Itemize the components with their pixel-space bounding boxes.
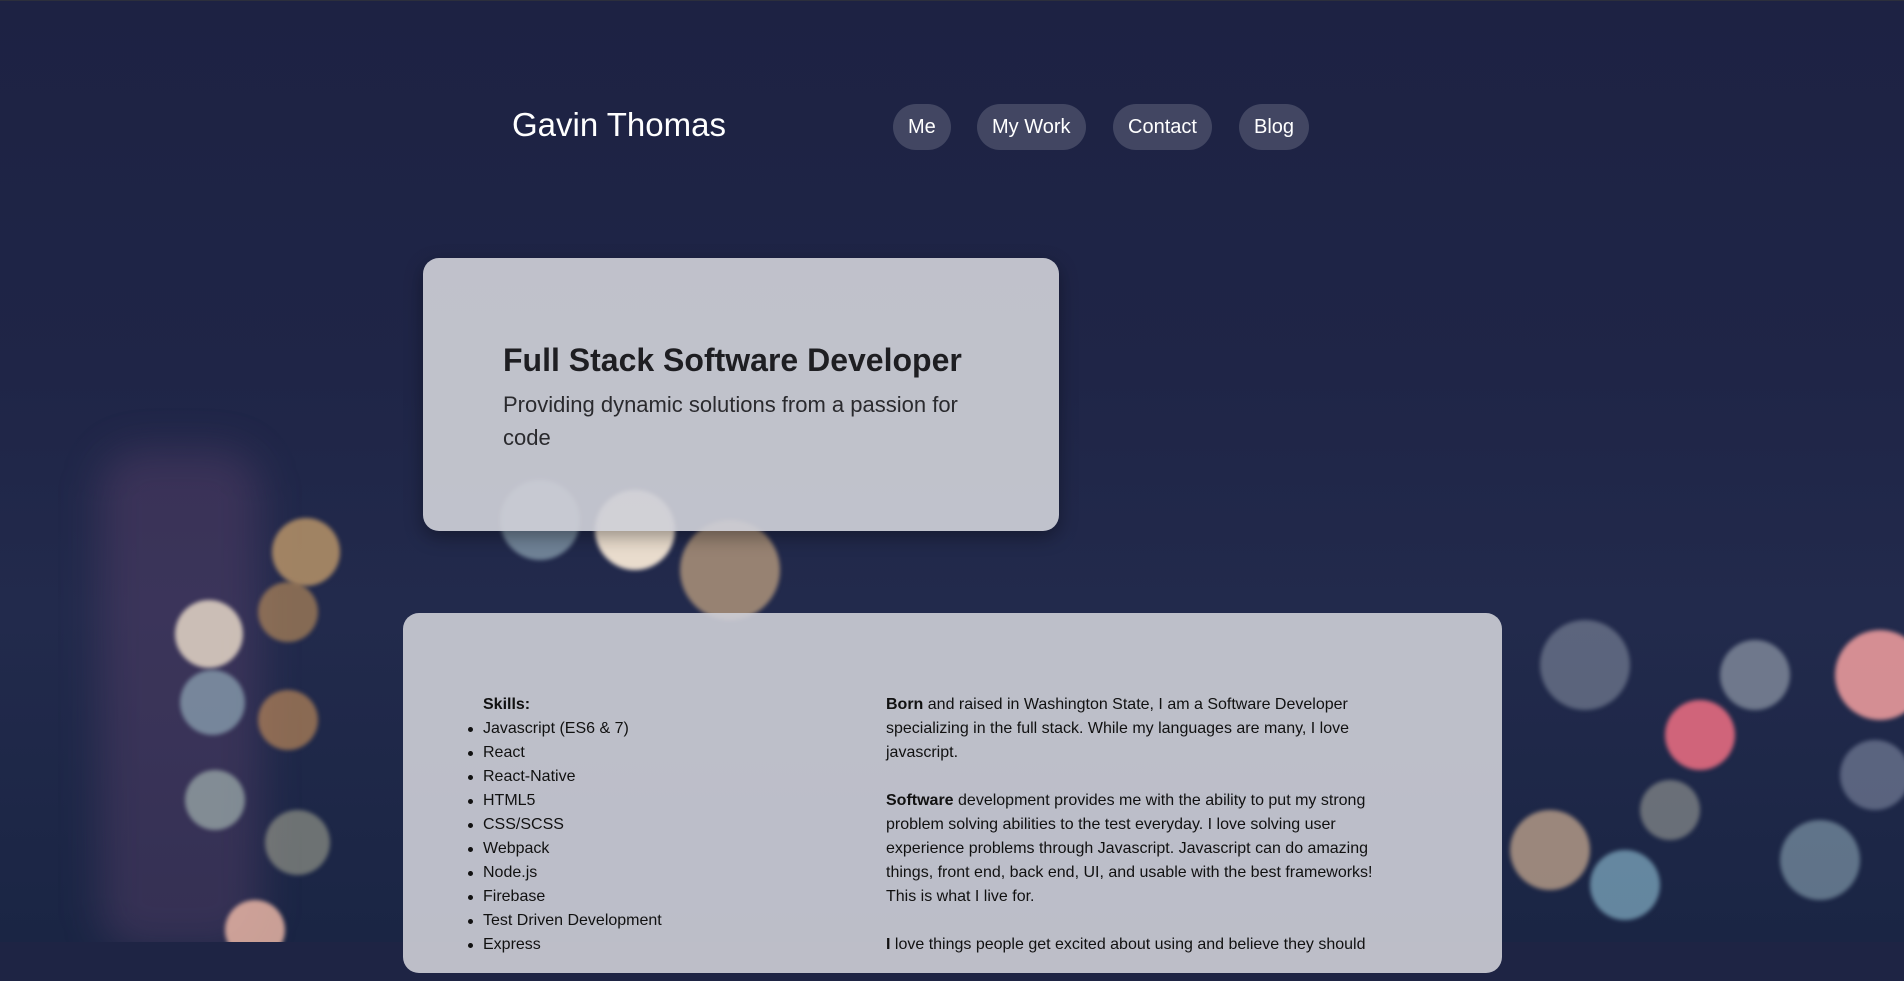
bokeh-light [1780,820,1860,900]
skills-section: Skills: Javascript (ES6 & 7) React React… [468,693,843,957]
bokeh-light [175,600,243,668]
bio-paragraph: Born and raised in Washington State, I a… [886,693,1396,765]
skill-item: Javascript (ES6 & 7) [468,717,843,741]
skill-item: React-Native [468,765,843,789]
bio-text: love things people get excited about usi… [890,936,1366,953]
bokeh-light [272,518,340,586]
bokeh-light [1640,780,1700,840]
nav-me-button[interactable]: Me [893,104,951,150]
skills-list: Javascript (ES6 & 7) React React-Native … [468,717,843,957]
bokeh-light [1840,740,1904,810]
bokeh-light [1720,640,1790,710]
bokeh-light [258,582,318,642]
skills-title: Skills: [483,696,531,713]
bio-lead: Software [886,792,954,809]
skill-item: React [468,741,843,765]
bokeh-light [265,810,330,875]
bio-paragraph: I love things people get excited about u… [886,933,1396,957]
bio-section: Born and raised in Washington State, I a… [886,693,1396,981]
bokeh-light [258,690,318,750]
skill-item: HTML5 [468,789,843,813]
bokeh-light [1665,700,1735,770]
hero-card: Full Stack Software Developer Providing … [423,258,1059,531]
bio-text: development provides me with the ability… [886,792,1373,905]
skill-item: Firebase [468,885,843,909]
skill-item: Test Driven Development [468,909,843,933]
skill-item: Webpack [468,837,843,861]
bokeh-light [680,520,780,620]
bokeh-light [1835,630,1904,720]
about-card: Skills: Javascript (ES6 & 7) React React… [403,613,1502,973]
bio-paragraph: Software development provides me with th… [886,789,1396,909]
nav-blog-button[interactable]: Blog [1239,104,1310,150]
skill-item: Node.js [468,861,843,885]
bokeh-light [180,670,245,735]
bokeh-light [1590,850,1660,920]
bokeh-light [185,770,245,830]
skill-item: Express [468,933,843,957]
skill-item: CSS/SCSS [468,813,843,837]
bokeh-light [1540,620,1630,710]
nav-contact-button[interactable]: Contact [1113,104,1212,150]
bio-text: and raised in Washington State, I am a S… [886,696,1350,761]
nav-my-work-button[interactable]: My Work [977,104,1086,150]
bokeh-light [1510,810,1590,890]
bio-lead: Born [886,696,924,713]
hero-title: Full Stack Software Developer [503,342,962,378]
brand-name[interactable]: Gavin Thomas [512,106,726,144]
hero-subtitle: Providing dynamic solutions from a passi… [503,392,958,450]
site-header: Gavin Thomas Me My Work Contact Blog [0,0,1904,180]
